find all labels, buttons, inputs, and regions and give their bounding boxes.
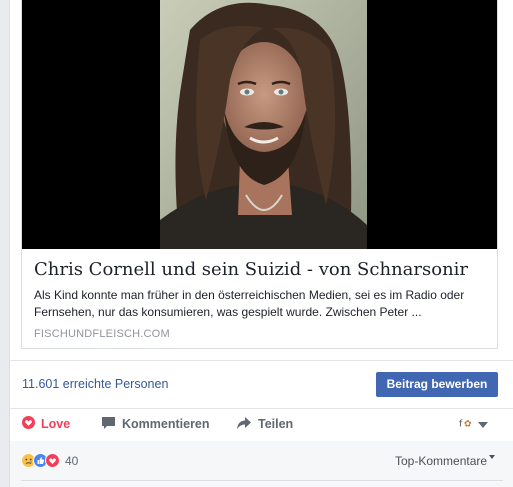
link-domain: FISCHUNDFLEISCH.COM	[34, 328, 170, 340]
link-title[interactable]: Chris Cornell und sein Suizid - von Schn…	[34, 259, 489, 280]
comment-sort-label: Top-Kommentare	[395, 454, 488, 468]
page-avatar-icon: f ✿	[458, 416, 474, 434]
share-label: Teilen	[258, 417, 294, 431]
comment-sort-dropdown[interactable]: Top-Kommentare	[395, 454, 496, 468]
caret-down-icon	[489, 455, 496, 459]
post-as-selector[interactable]: f ✿	[458, 416, 488, 434]
comment-button[interactable]: Kommentieren	[101, 414, 210, 434]
love-button[interactable]: Love	[22, 414, 70, 434]
share-button[interactable]: Teilen	[236, 414, 293, 434]
comment-label: Kommentieren	[122, 417, 210, 431]
divider	[10, 360, 513, 361]
comment-icon	[101, 416, 116, 433]
divider	[10, 408, 513, 409]
link-preview-image[interactable]	[22, 0, 497, 249]
post-card: Chris Cornell und sein Suizid - von Schn…	[9, 0, 513, 487]
boost-post-button[interactable]: Beitrag bewerben	[376, 372, 498, 397]
divider	[21, 480, 503, 481]
reactions-summary[interactable]: 40	[21, 453, 78, 468]
share-icon	[236, 416, 252, 433]
link-description: Als Kind konnte man früher in den österr…	[34, 288, 465, 319]
love-label: Love	[41, 417, 71, 431]
portrait-image	[160, 0, 367, 249]
link-preview[interactable]: Chris Cornell und sein Suizid - von Schn…	[21, 0, 498, 349]
svg-text:✿: ✿	[464, 420, 472, 430]
chevron-down-icon	[478, 422, 488, 428]
love-reaction-icon	[45, 453, 60, 468]
heart-icon	[22, 416, 35, 432]
reaction-count: 40	[65, 453, 79, 468]
reach-link[interactable]: 11.601 erreichte Personen	[22, 377, 168, 391]
